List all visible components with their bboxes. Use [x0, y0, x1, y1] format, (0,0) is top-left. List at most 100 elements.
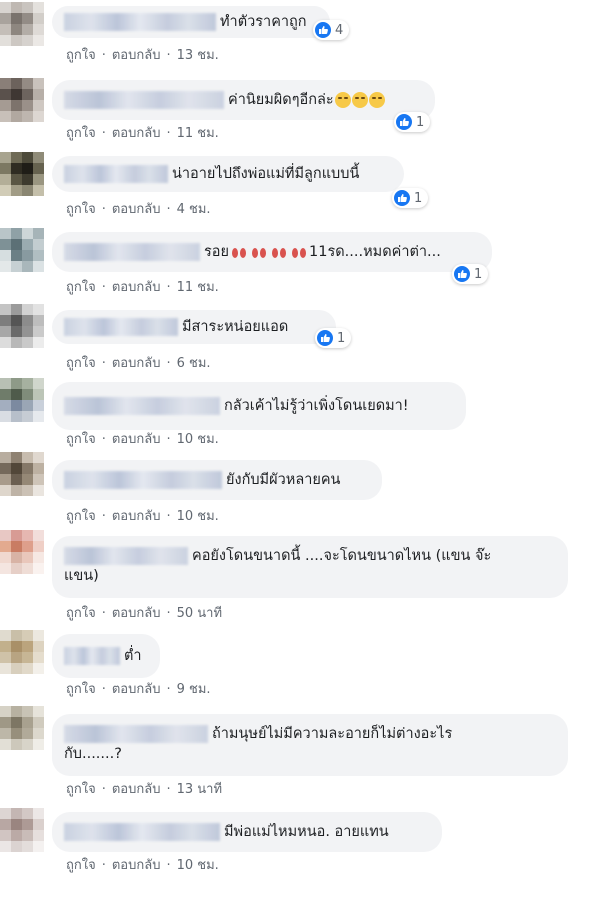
- comment-text: มีพ่อแม่ไหมหนอ. อายแทน: [224, 824, 389, 840]
- comment-actions: ถูกใจ · ตอบกลับ · 10 ชม.: [66, 858, 219, 873]
- comment-actions: ถูกใจ · ตอบกลับ · 11 ชม.: [66, 126, 219, 141]
- like-link[interactable]: ถูกใจ: [66, 606, 96, 621]
- like-icon: [317, 330, 333, 346]
- comment-actions: ถูกใจ · ตอบกลับ · 10 ชม.: [66, 509, 219, 524]
- timestamp[interactable]: 10 ชม.: [177, 858, 219, 873]
- commenter-name-redacted[interactable]: [64, 725, 208, 743]
- like-link[interactable]: ถูกใจ: [66, 356, 96, 371]
- avatar[interactable]: [0, 228, 44, 272]
- comment-bubble: ทำตัวราคาถูก: [52, 6, 330, 38]
- comment-text: กลัวเค้าไม่รู้ว่าเพิ่งโดนเยดมา!: [224, 398, 409, 414]
- commenter-name-redacted[interactable]: [64, 471, 222, 489]
- comment-bubble: รอย 11รด....หมดค่าต่า...: [52, 232, 492, 272]
- timestamp[interactable]: 11 ชม.: [177, 126, 219, 141]
- commenter-name-redacted[interactable]: [64, 318, 178, 336]
- reply-link[interactable]: ตอบกลับ: [112, 280, 161, 295]
- reply-link[interactable]: ตอบกลับ: [112, 202, 161, 217]
- timestamp[interactable]: 6 ชม.: [177, 356, 211, 371]
- avatar[interactable]: [0, 808, 44, 852]
- comment-actions: ถูกใจ · ตอบกลับ · 13 นาที: [66, 782, 223, 797]
- avatar[interactable]: [0, 78, 44, 122]
- like-link[interactable]: ถูกใจ: [66, 48, 96, 63]
- comment-text-line1: คอยังโดนขนาดนี้ ....จะโดนขนาดไหน (แขน จ๊…: [192, 548, 492, 564]
- like-icon: [394, 190, 410, 206]
- avatar[interactable]: [0, 452, 44, 496]
- like-link[interactable]: ถูกใจ: [66, 858, 96, 873]
- like-link[interactable]: ถูกใจ: [66, 126, 96, 141]
- comment-text: ต่ำ: [124, 648, 142, 664]
- reply-link[interactable]: ตอบกลับ: [112, 126, 161, 141]
- comment-actions: ถูกใจ · ตอบกลับ · 10 ชม.: [66, 432, 219, 447]
- comment-text: ทำตัวราคาถูก: [220, 14, 307, 30]
- avatar[interactable]: [0, 530, 44, 574]
- timestamp[interactable]: 50 นาที: [177, 606, 222, 621]
- footprints-icon: [252, 248, 266, 258]
- reaction-count[interactable]: 1: [452, 264, 489, 284]
- reply-link[interactable]: ตอบกลับ: [112, 782, 161, 797]
- comment-actions: ถูกใจ · ตอบกลับ · 9 ชม.: [66, 682, 211, 697]
- reaction-count[interactable]: 1: [315, 328, 352, 348]
- like-link[interactable]: ถูกใจ: [66, 280, 96, 295]
- like-icon: [454, 266, 470, 282]
- comment-text-line2: กับ.......?: [64, 746, 122, 762]
- like-link[interactable]: ถูกใจ: [66, 509, 96, 524]
- timestamp[interactable]: 13 ชม.: [177, 48, 219, 63]
- comment-text: น่าอายไปถึงพ่อแม่ที่มีลูกแบบนี้: [172, 166, 360, 182]
- commenter-name-redacted[interactable]: [64, 397, 220, 415]
- comment-text-line2: แขน): [64, 568, 99, 584]
- like-icon: [396, 114, 412, 130]
- commenter-name-redacted[interactable]: [64, 647, 120, 665]
- comment-text-line1: ถ้ามนุษย์ไม่มีความละอายก็ไม่ต่างอะไร: [212, 726, 453, 742]
- like-link[interactable]: ถูกใจ: [66, 682, 96, 697]
- footprints-icon: [292, 248, 306, 258]
- commenter-name-redacted[interactable]: [64, 91, 224, 109]
- comment-actions: ถูกใจ · ตอบกลับ · 50 นาที: [66, 606, 223, 621]
- avatar[interactable]: [0, 706, 44, 750]
- reaction-count[interactable]: 1: [394, 112, 431, 132]
- like-link[interactable]: ถูกใจ: [66, 432, 96, 447]
- timestamp[interactable]: 13 นาที: [177, 782, 222, 797]
- reaction-count[interactable]: 1: [392, 188, 429, 208]
- commenter-name-redacted[interactable]: [64, 165, 168, 183]
- comment-actions: ถูกใจ · ตอบกลับ · 6 ชม.: [66, 356, 211, 371]
- comment-bubble: ถ้ามนุษย์ไม่มีความละอายก็ไม่ต่างอะไร กับ…: [52, 714, 568, 776]
- comment-text: ยังกับมีผัวหลายคน: [226, 472, 341, 488]
- comment-bubble: น่าอายไปถึงพ่อแม่ที่มีลูกแบบนี้: [52, 156, 404, 192]
- commenter-name-redacted[interactable]: [64, 243, 200, 261]
- unamused-emoji-icon: [368, 92, 385, 108]
- footprints-icon: [272, 248, 286, 258]
- comment-actions: ถูกใจ · ตอบกลับ · 4 ชม.: [66, 202, 211, 217]
- reply-link[interactable]: ตอบกลับ: [112, 48, 161, 63]
- timestamp[interactable]: 9 ชม.: [177, 682, 211, 697]
- commenter-name-redacted[interactable]: [64, 13, 216, 31]
- timestamp[interactable]: 4 ชม.: [177, 202, 211, 217]
- comment-actions: ถูกใจ · ตอบกลับ · 11 ชม.: [66, 280, 219, 295]
- reply-link[interactable]: ตอบกลับ: [112, 858, 161, 873]
- like-link[interactable]: ถูกใจ: [66, 782, 96, 797]
- avatar[interactable]: [0, 304, 44, 348]
- avatar[interactable]: [0, 2, 44, 46]
- comment-bubble: มีพ่อแม่ไหมหนอ. อายแทน: [52, 812, 442, 852]
- avatar[interactable]: [0, 630, 44, 674]
- timestamp[interactable]: 10 ชม.: [177, 432, 219, 447]
- comment-bubble: ต่ำ: [52, 634, 160, 678]
- commenter-name-redacted[interactable]: [64, 823, 220, 841]
- reply-link[interactable]: ตอบกลับ: [112, 509, 161, 524]
- reply-link[interactable]: ตอบกลับ: [112, 356, 161, 371]
- reply-link[interactable]: ตอบกลับ: [112, 682, 161, 697]
- reply-link[interactable]: ตอบกลับ: [112, 606, 161, 621]
- commenter-name-redacted[interactable]: [64, 547, 188, 565]
- comment-bubble: กลัวเค้าไม่รู้ว่าเพิ่งโดนเยดมา!: [52, 382, 466, 430]
- avatar[interactable]: [0, 378, 44, 422]
- comment-bubble: มีสาระหน่อยแอด: [52, 310, 336, 344]
- like-link[interactable]: ถูกใจ: [66, 202, 96, 217]
- comment-text: ค่านิยมผิดๆอีกล่ะ: [228, 92, 334, 108]
- timestamp[interactable]: 11 ชม.: [177, 280, 219, 295]
- avatar[interactable]: [0, 152, 44, 196]
- reaction-count[interactable]: 4: [313, 20, 350, 40]
- unamused-emoji-icon: [334, 92, 351, 108]
- comment-bubble: คอยังโดนขนาดนี้ ....จะโดนขนาดไหน (แขน จ๊…: [52, 536, 568, 598]
- reply-link[interactable]: ตอบกลับ: [112, 432, 161, 447]
- timestamp[interactable]: 10 ชม.: [177, 509, 219, 524]
- footprints-icon: [232, 248, 246, 258]
